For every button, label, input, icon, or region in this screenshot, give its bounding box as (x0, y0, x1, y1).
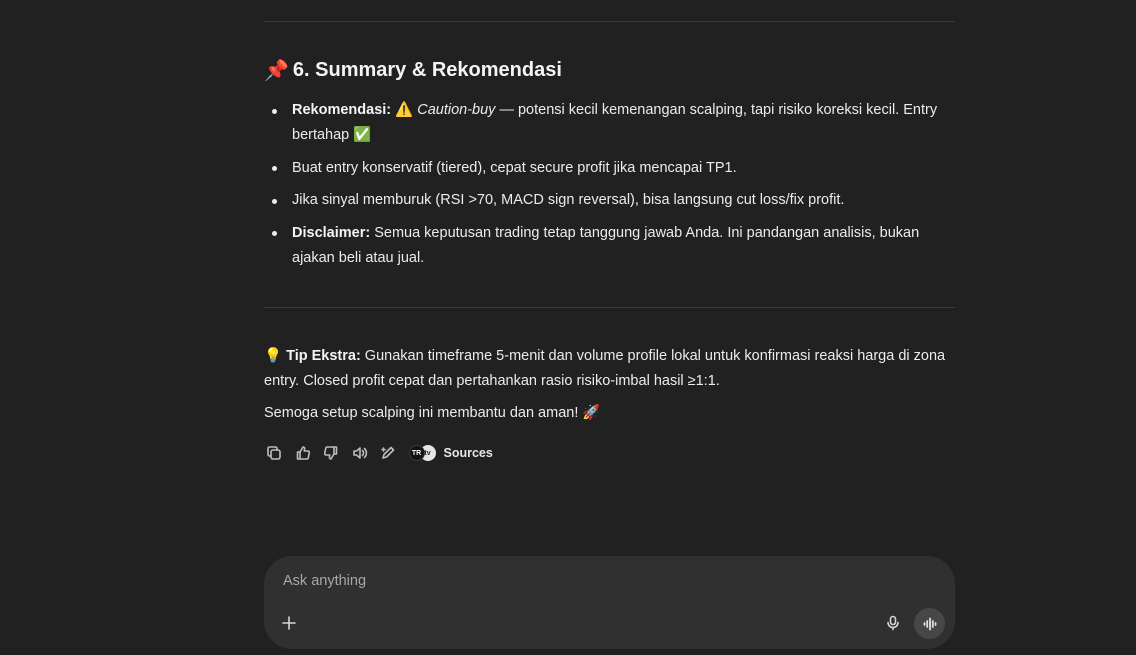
edit-icon (381, 446, 395, 459)
chat-composer (264, 556, 955, 649)
lightbulb-icon: 💡 (264, 348, 283, 364)
check-icon: ✅ (353, 127, 372, 143)
bullet-label: Disclaimer: (292, 224, 371, 241)
dictate-button[interactable] (883, 613, 903, 633)
rocket-icon: 🚀 (582, 405, 601, 421)
warning-icon: ⚠️ (395, 102, 414, 118)
read-aloud-icon (352, 447, 367, 459)
sources-label: Sources (443, 446, 493, 460)
pushpin-icon: 📌 (264, 60, 289, 82)
thumbs-down-icon (323, 446, 338, 460)
list-item: Disclaimer: Semua keputusan trading teta… (264, 221, 955, 271)
thumbs-up-icon (296, 446, 310, 460)
plus-icon (282, 616, 296, 630)
add-attachment-button[interactable] (279, 612, 299, 634)
thumbs-up-button[interactable] (293, 443, 313, 463)
voice-mode-icon (923, 617, 936, 630)
tip-text: Gunakan timeframe 5-menit dan volume pro… (264, 348, 946, 389)
bullet-text: Buat entry konservatif (tiered), cepat s… (292, 159, 737, 176)
tip-paragraph: 💡 Tip Ekstra: Gunakan timeframe 5-menit … (264, 344, 955, 394)
section-heading: 📌 6. Summary & Rekomendasi (264, 58, 562, 83)
bullet-text: Jika sinyal memburuk (RSI >70, MACD sign… (292, 192, 845, 208)
recommendation-list: Rekomendasi: ⚠️ Caution-buy — potensi ke… (264, 98, 955, 278)
divider (264, 307, 955, 308)
section-title: 6. Summary & Rekomendasi (292, 59, 562, 81)
list-item: Rekomendasi: ⚠️ Caution-buy — potensi ke… (264, 98, 955, 148)
tip-label: Tip Ekstra: (286, 348, 361, 364)
closing-paragraph: Semoga setup scalping ini membantu dan a… (264, 401, 600, 426)
thumbs-down-button[interactable] (321, 443, 341, 463)
edit-button[interactable] (378, 443, 398, 463)
bullet-text: Semua keputusan trading tetap tanggung j… (292, 224, 920, 266)
microphone-icon (887, 615, 899, 631)
message-actions: TR tv Sources (264, 442, 493, 464)
divider (264, 21, 955, 22)
source-favicon: TR (408, 445, 425, 461)
voice-mode-button[interactable] (914, 608, 945, 639)
prompt-input[interactable] (283, 570, 923, 592)
bullet-label: Rekomendasi: (292, 102, 392, 118)
bullet-emphasis: Caution-buy (417, 102, 496, 118)
copy-icon (267, 446, 281, 460)
sources-button[interactable]: TR tv Sources (408, 445, 493, 461)
copy-button[interactable] (264, 443, 284, 463)
closing-text: Semoga setup scalping ini membantu dan a… (264, 405, 583, 421)
list-item: Jika sinyal memburuk (RSI >70, MACD sign… (264, 188, 955, 213)
list-item: Buat entry konservatif (tiered), cepat s… (264, 156, 955, 181)
source-favicons: TR tv (408, 445, 436, 461)
read-aloud-button[interactable] (350, 443, 370, 463)
